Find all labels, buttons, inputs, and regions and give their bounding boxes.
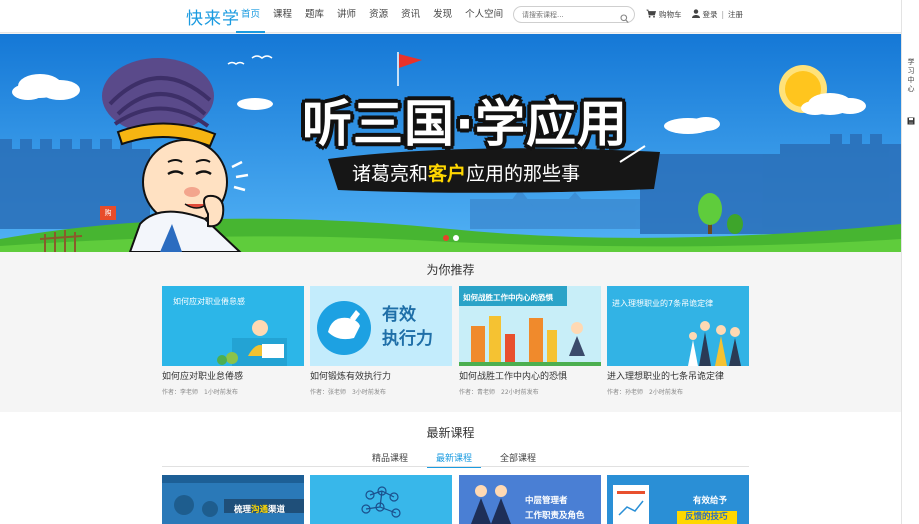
card-author: 作者：张老师 <box>310 389 347 396</box>
recommended-title: 为你推荐 <box>426 263 475 277</box>
nav-personal-space[interactable]: 个人空间 <box>460 0 508 33</box>
recommend-card-4[interactable]: 进入理想职业的7条吊诡定律 进入理想职业的七条吊诡定律 作者：孙老师 2小时前发布 <box>607 286 749 398</box>
user-links: 购物车 登录 | 注册 <box>646 9 743 20</box>
card-meta: 作者：孙老师 2小时前发布 <box>607 387 689 396</box>
hero-banner[interactable]: 听三国·学应用 诸葛亮和客户应用的那些事 购 <box>0 34 901 252</box>
banner-badge: 购 <box>104 209 112 217</box>
card-time: 22小时前发布 <box>501 389 539 396</box>
latest-courses-section: 最新课程 精品课程 最新课程 全部课程 梳理沟通渠道 中层管理者 工作职责及角色… <box>0 412 901 524</box>
main-nav: 首页 课程 题库 讲师 资源 资讯 发现 个人空间 <box>236 0 511 33</box>
caption-part-2: 渠道 <box>268 505 286 515</box>
search-icon[interactable] <box>620 9 629 28</box>
card-caption-1: 有效给予 <box>693 496 728 506</box>
thumbnail-caption: 如何战胜工作中内心的恐惧 <box>463 293 553 302</box>
caption-part-1: 梳理 <box>234 505 252 515</box>
thumbnail-illustration <box>310 475 452 524</box>
card-title[interactable]: 如何应对职业怠倦感 <box>162 369 243 382</box>
card-author: 作者：青老师 <box>459 389 496 396</box>
card-title[interactable]: 如何锻炼有效执行力 <box>310 369 391 382</box>
card-caption: 梳理沟通渠道 <box>234 503 285 515</box>
register-link[interactable]: 注册 <box>728 9 743 20</box>
nav-resources[interactable]: 资源 <box>364 0 393 33</box>
carousel-dot-1[interactable] <box>443 235 449 241</box>
latest-card-3[interactable]: 中层管理者 工作职责及角色 <box>459 475 601 524</box>
card-thumbnail[interactable]: 如何应对职业倦怠感 <box>162 286 304 366</box>
carousel-dot-2[interactable] <box>453 235 459 241</box>
thumbnail-caption: 进入理想职业的7条吊诡定律 <box>612 299 714 308</box>
thumbnail-caption: 如何应对职业倦怠感 <box>173 297 245 306</box>
card-time: 1小时前发布 <box>204 389 238 396</box>
user-icon[interactable] <box>691 9 700 20</box>
nav-lecturers[interactable]: 讲师 <box>332 0 361 33</box>
card-caption-2: 工作职责及角色 <box>525 511 585 521</box>
latest-card-2[interactable] <box>310 475 452 524</box>
nav-courses[interactable]: 课程 <box>268 0 297 33</box>
card-title[interactable]: 如何战胜工作中内心的恐惧 <box>459 369 567 382</box>
card-caption-2: 反馈的技巧 <box>685 512 728 522</box>
banner-subtitle: 诸葛亮和客户应用的那些事 <box>352 159 580 186</box>
card-meta: 作者：张老师 3小时前发布 <box>310 387 392 396</box>
nav-question-bank[interactable]: 题库 <box>300 0 329 33</box>
card-thumbnail[interactable]: 如何战胜工作中内心的恐惧 <box>459 286 601 366</box>
save-icon[interactable] <box>907 110 915 129</box>
cart-icon[interactable] <box>646 9 657 20</box>
right-side-rail: 学习中心 <box>901 0 919 524</box>
thumbnail-caption-1: 有效 <box>382 305 416 325</box>
card-time: 2小时前发布 <box>649 389 683 396</box>
latest-card-4[interactable]: 有效给予 反馈的技巧 <box>607 475 749 524</box>
search-box <box>513 6 635 24</box>
card-thumbnail[interactable]: 有效 执行力 <box>310 286 452 366</box>
card-caption-1: 中层管理者 <box>525 496 568 506</box>
nav-discover[interactable]: 发现 <box>428 0 457 33</box>
carousel-indicators <box>443 235 463 241</box>
caption-highlight: 沟通 <box>251 505 269 515</box>
card-meta: 作者：李老师 1小时前发布 <box>162 387 244 396</box>
link-divider: | <box>721 10 725 19</box>
card-thumbnail[interactable]: 进入理想职业的7条吊诡定律 <box>607 286 749 366</box>
card-title[interactable]: 进入理想职业的七条吊诡定律 <box>607 369 724 382</box>
subtitle-part-1: 诸葛亮和 <box>352 163 429 185</box>
top-navigation-bar: 快来学 首页 课程 题库 讲师 资源 资讯 发现 个人空间 购物车 登录 | 注… <box>0 0 901 33</box>
recommended-section: 为你推荐 如何应对职业倦怠感 如何应对职业怠倦感 作者：李老师 1小时前发布 有… <box>0 252 901 412</box>
site-logo[interactable]: 快来学 <box>186 4 240 29</box>
nav-home[interactable]: 首页 <box>236 0 266 33</box>
thumbnail-caption-2: 执行力 <box>382 329 433 349</box>
subtitle-part-2: 应用的那些事 <box>466 163 581 185</box>
card-author: 作者：李老师 <box>162 389 199 396</box>
cart-link[interactable]: 购物车 <box>659 9 682 20</box>
latest-title: 最新课程 <box>426 426 475 440</box>
card-author: 作者：孙老师 <box>607 389 644 396</box>
learning-center-link[interactable]: 学习中心 <box>906 58 916 94</box>
card-meta: 作者：青老师 22小时前发布 <box>459 387 545 396</box>
recommend-card-2[interactable]: 有效 执行力 如何锻炼有效执行力 作者：张老师 3小时前发布 <box>310 286 452 398</box>
subtitle-highlight: 客户 <box>428 163 467 185</box>
latest-card-1[interactable]: 梳理沟通渠道 <box>162 475 304 524</box>
recommend-card-1[interactable]: 如何应对职业倦怠感 如何应对职业怠倦感 作者：李老师 1小时前发布 <box>162 286 304 398</box>
search-input[interactable] <box>522 10 618 20</box>
tab-divider <box>162 466 749 467</box>
recommend-card-3[interactable]: 如何战胜工作中内心的恐惧 如何战胜工作中内心的恐惧 作者：青老师 22小时前发布 <box>459 286 601 398</box>
banner-headline: 听三国·学应用 <box>302 95 628 153</box>
thumbnail-illustration <box>162 475 304 524</box>
card-time: 3小时前发布 <box>352 389 386 396</box>
login-link[interactable]: 登录 <box>703 9 718 20</box>
nav-news[interactable]: 资讯 <box>396 0 425 33</box>
